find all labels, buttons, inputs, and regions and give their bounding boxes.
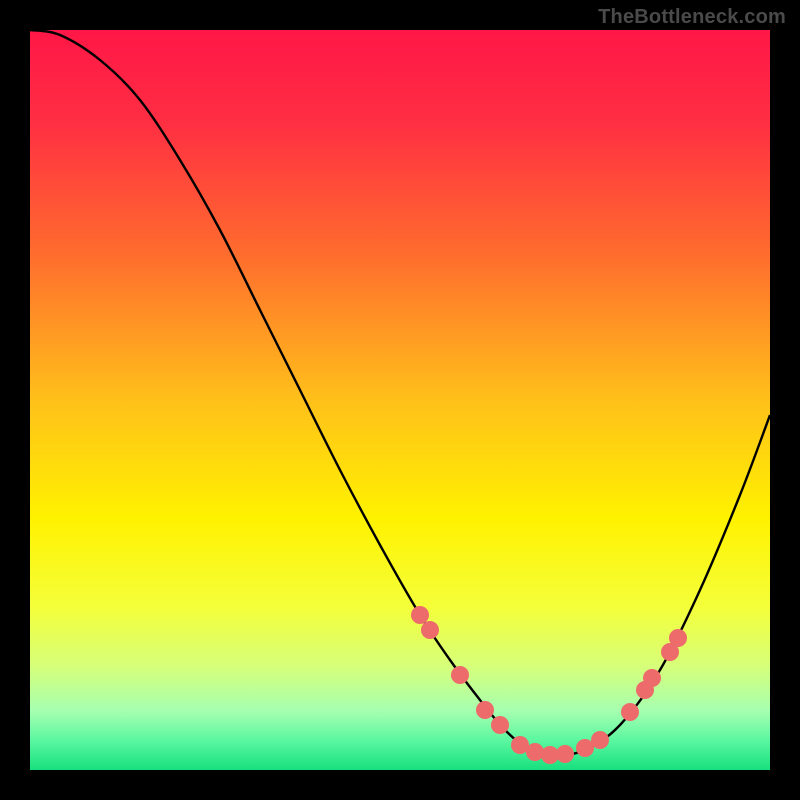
chart-frame: TheBottleneck.com [0, 0, 800, 800]
curve-marker [621, 703, 639, 721]
curve-marker [526, 743, 544, 761]
curve-marker [669, 629, 687, 647]
curve-markers [411, 606, 687, 764]
curve-marker [491, 716, 509, 734]
curve-marker [591, 731, 609, 749]
attribution-text: TheBottleneck.com [598, 6, 786, 29]
curve-marker [421, 621, 439, 639]
curve-marker [476, 701, 494, 719]
curve-marker [451, 666, 469, 684]
plot-area [30, 30, 770, 770]
curve-marker [643, 669, 661, 687]
bottleneck-curve [30, 30, 770, 755]
curve-marker [411, 606, 429, 624]
curve-layer [30, 30, 770, 770]
curve-marker [556, 745, 574, 763]
